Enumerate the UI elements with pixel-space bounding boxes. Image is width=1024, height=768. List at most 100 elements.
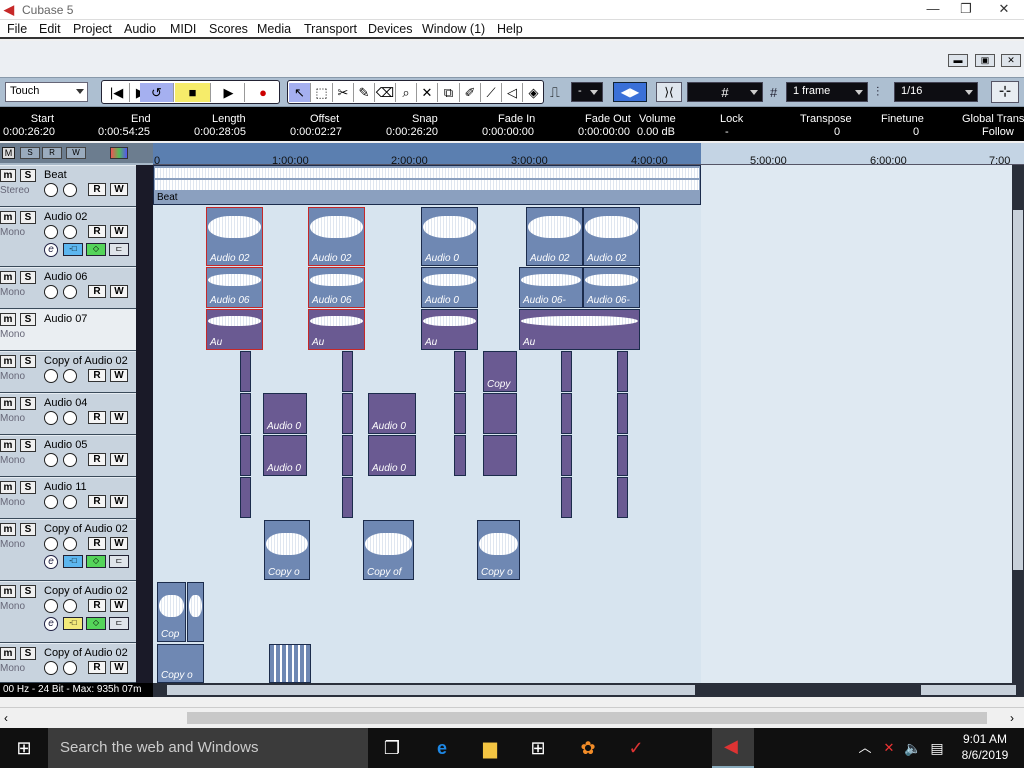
snap-select[interactable]: -	[571, 82, 603, 102]
audio-event[interactable]: Audio 02	[526, 207, 583, 266]
record-enable-icon[interactable]	[44, 661, 58, 675]
write-button[interactable]: W	[110, 225, 128, 238]
mute-button[interactable]: m	[0, 313, 16, 326]
project-minimize-button[interactable]: ▬	[948, 54, 968, 67]
edit-channel-icon[interactable]: e	[44, 617, 58, 631]
menu-media[interactable]: Media	[257, 22, 291, 36]
inserts-icon[interactable]: -□	[63, 617, 83, 630]
mute-button[interactable]: m	[0, 211, 16, 224]
mute-button[interactable]: m	[0, 355, 16, 368]
solo-button[interactable]: S	[20, 523, 36, 536]
audio-event[interactable]	[269, 644, 311, 683]
erase-tool-icon[interactable]: ⌫	[375, 83, 396, 102]
sends-icon[interactable]: ⊏	[109, 555, 129, 568]
audio-event[interactable]: Audio 06-	[583, 267, 640, 308]
audio-event[interactable]	[454, 435, 466, 476]
window-horizontal-scrollbar[interactable]: ‹ ›	[0, 707, 1024, 727]
info-end-value[interactable]: 0:00:54:25	[98, 126, 150, 138]
cycle-icon[interactable]: ↺	[140, 83, 174, 102]
edit-channel-icon[interactable]: e	[44, 243, 58, 257]
audio-event[interactable]	[342, 351, 353, 392]
timeline-ruler[interactable]: 0 1:00:00 2:00:00 3:00:00 4:00:00 5:00:0…	[153, 143, 1024, 167]
mute-button[interactable]: m	[0, 585, 16, 598]
solo-button[interactable]: S	[20, 397, 36, 410]
audio-event[interactable]	[240, 435, 251, 476]
audio-event[interactable]: Au	[308, 309, 365, 350]
record-enable-icon[interactable]	[44, 411, 58, 425]
track-row[interactable]: m S Audio 02 Mono R W e -□ ◇ ⊏	[0, 207, 136, 267]
read-button[interactable]: R	[88, 599, 106, 612]
solo-button[interactable]: S	[20, 313, 36, 326]
wunderlist-icon[interactable]: ✓	[624, 736, 648, 760]
horizontal-scroll-thumb[interactable]	[167, 685, 695, 695]
track-row[interactable]: m S Copy of Audio 02 Mono R W e -□ ◇ ⊏	[0, 581, 136, 643]
autoscroll-icon[interactable]: ⎍	[550, 84, 560, 101]
info-fadeout-value[interactable]: 0:00:00:00	[578, 126, 630, 138]
audio-event[interactable]	[342, 435, 353, 476]
record-enable-icon[interactable]	[44, 537, 58, 551]
close-button[interactable]: ✕	[989, 1, 1019, 17]
info-transpose-value[interactable]: 0	[834, 126, 840, 138]
menu-audio[interactable]: Audio	[124, 22, 156, 36]
solo-button[interactable]: S	[20, 169, 36, 182]
audio-event[interactable]	[240, 351, 251, 392]
project-close-button[interactable]: ✕	[1001, 54, 1021, 67]
read-button[interactable]: R	[88, 285, 106, 298]
write-button[interactable]: W	[110, 661, 128, 674]
mute-button[interactable]: m	[0, 397, 16, 410]
play-tool-icon[interactable]: ◁	[502, 83, 523, 102]
audio-event[interactable]: Audio 0	[263, 393, 307, 434]
maximize-button[interactable]: ❐	[951, 1, 981, 17]
audio-event[interactable]	[617, 477, 628, 518]
mute-button[interactable]: m	[0, 271, 16, 284]
mute-button[interactable]: m	[0, 523, 16, 536]
quantize-value-select[interactable]: 1/16	[894, 82, 978, 102]
solo-button[interactable]: S	[20, 211, 36, 224]
scroll-left-icon[interactable]: ‹	[4, 711, 8, 725]
audio-event[interactable]: Audio 06	[308, 267, 365, 308]
inserts-icon[interactable]: -□	[63, 555, 83, 568]
action-center-icon[interactable]: ▤	[925, 736, 949, 760]
track-row[interactable]: m S Audio 07 Mono	[0, 309, 136, 351]
audio-event[interactable]: Au	[421, 309, 478, 350]
audio-event[interactable]: Audio 06-	[519, 267, 583, 308]
global-read-icon[interactable]: R	[42, 147, 62, 159]
audio-event[interactable]	[617, 435, 628, 476]
audio-event[interactable]	[561, 351, 572, 392]
grid-type-select[interactable]: #	[687, 82, 763, 102]
info-globaltrans-value[interactable]: Follow	[982, 126, 1014, 138]
monitor-icon[interactable]	[63, 285, 77, 299]
sends-icon[interactable]: ⊏	[109, 617, 129, 630]
zoom-tool-icon[interactable]: ⌕	[396, 83, 417, 102]
audio-event[interactable]	[483, 435, 517, 476]
edge-icon[interactable]: e	[430, 736, 454, 760]
mute-tool-icon[interactable]: ✕	[417, 83, 438, 102]
timewarp-tool-icon[interactable]: ⧉	[438, 83, 460, 102]
audio-event[interactable]	[454, 393, 466, 434]
track-row[interactable]: m S Audio 04 Mono R W	[0, 393, 136, 435]
stop-icon[interactable]: ■	[175, 83, 211, 102]
solo-button[interactable]: S	[20, 481, 36, 494]
audio-event[interactable]: Cop	[157, 582, 186, 642]
solo-button[interactable]: S	[20, 585, 36, 598]
info-lock-value[interactable]: -	[725, 126, 729, 138]
horizontal-scrollbar[interactable]	[153, 683, 1024, 697]
info-finetune-value[interactable]: 0	[913, 126, 919, 138]
draw-tool-icon[interactable]: ✐	[460, 83, 481, 102]
track-row[interactable]: m S Copy of Audio 02 Mono R W	[0, 351, 136, 393]
audio-event[interactable]	[617, 351, 628, 392]
track-row[interactable]: m S Copy of Audio 02 Mono R W	[0, 643, 136, 683]
mute-button[interactable]: m	[0, 647, 16, 660]
tray-chevron-icon[interactable]: ︿	[853, 736, 877, 760]
monitor-icon[interactable]	[63, 225, 77, 239]
audio-event[interactable]	[342, 477, 353, 518]
audio-event[interactable]: Audio 06	[206, 267, 263, 308]
global-write-icon[interactable]: W	[66, 147, 86, 159]
line-tool-icon[interactable]: ⟋	[481, 83, 502, 102]
window-layout-icon[interactable]: ⊹	[991, 81, 1019, 103]
info-snap-value[interactable]: 0:00:26:20	[386, 126, 438, 138]
scroll-right-icon[interactable]: ›	[1010, 711, 1014, 725]
monitor-icon[interactable]	[63, 661, 77, 675]
audio-event[interactable]: Copy o	[157, 644, 204, 683]
info-length-value[interactable]: 0:00:28:05	[194, 126, 246, 138]
